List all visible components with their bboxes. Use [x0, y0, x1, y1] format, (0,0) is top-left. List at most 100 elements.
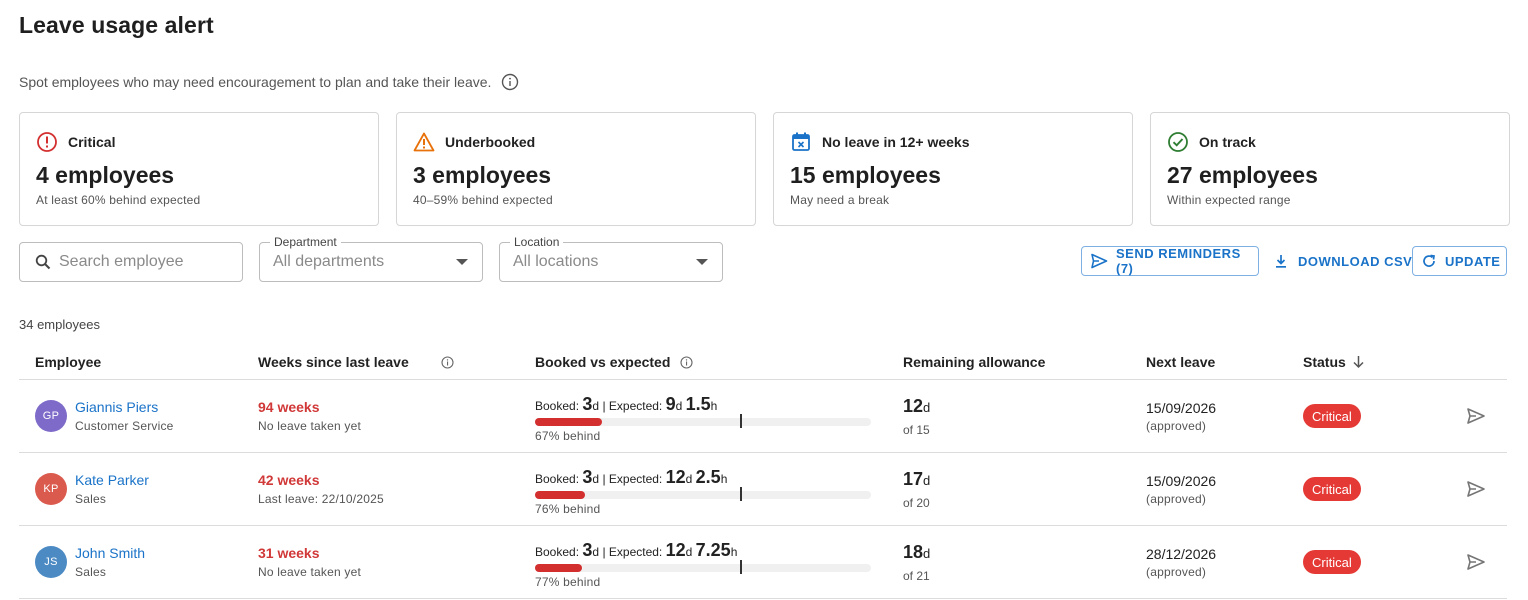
error-circle-icon: [36, 131, 58, 153]
employee-department: Sales: [75, 565, 107, 579]
header-remaining[interactable]: Remaining allowance: [903, 354, 1045, 370]
remaining-of: of 20: [903, 496, 930, 510]
info-icon[interactable]: [501, 73, 519, 91]
avatar[interactable]: GP: [35, 400, 67, 432]
employee-name-link[interactable]: Kate Parker: [75, 472, 149, 488]
booked-progress-bar: [535, 560, 871, 574]
expected-marker: [739, 560, 742, 574]
download-csv-label: DOWNLOAD CSV: [1298, 253, 1413, 269]
check-circle-icon: [1167, 131, 1189, 153]
status-badge: Critical: [1303, 404, 1361, 428]
info-icon[interactable]: [441, 355, 454, 369]
avatar[interactable]: KP: [35, 473, 67, 505]
remaining-allowance: 18d: [903, 542, 931, 562]
employee-name-link[interactable]: Giannis Piers: [75, 399, 158, 415]
department-value: All departments: [273, 253, 385, 270]
info-icon[interactable]: [680, 355, 693, 369]
booked-vs-expected: Booked: 3d | Expected: 12d 7.25h: [535, 540, 738, 560]
booked-progress-bar: [535, 487, 871, 501]
remaining-allowance: 17d: [903, 469, 931, 489]
next-leave-date: 15/09/2026: [1146, 400, 1217, 416]
table-row: JS John Smith Sales 31 weeks No leave ta…: [19, 526, 1507, 599]
card-critical[interactable]: Critical 4 employees At least 60% behind…: [19, 112, 379, 226]
next-leave-date: 28/12/2026: [1146, 546, 1217, 562]
booked-progress-bar: [535, 414, 871, 428]
summary-cards: Critical 4 employees At least 60% behind…: [19, 112, 1510, 226]
location-select[interactable]: Location All locations: [499, 235, 723, 282]
booked-fill: [535, 564, 583, 572]
send-icon: [1467, 554, 1485, 570]
employee-name-link[interactable]: John Smith: [75, 545, 145, 561]
page-subtitle: Spot employees who may need encouragemen…: [19, 73, 519, 91]
table-row: GP Giannis Piers Customer Service 94 wee…: [19, 380, 1507, 453]
employee-department: Customer Service: [75, 419, 174, 433]
search-input[interactable]: Search employee: [19, 242, 243, 282]
card-value: 15 employees: [790, 162, 941, 188]
send-reminder-button[interactable]: [1465, 478, 1487, 500]
card-value: 4 employees: [36, 162, 175, 188]
next-leave-status: (approved): [1146, 492, 1207, 506]
send-reminders-button[interactable]: SEND REMINDERS (7): [1081, 246, 1259, 276]
weeks-note: No leave taken yet: [258, 565, 361, 579]
send-reminder-button[interactable]: [1465, 405, 1487, 427]
card-value: 3 employees: [413, 162, 552, 188]
send-icon: [1467, 481, 1485, 497]
table-header: Employee Weeks since last leave Booked v…: [19, 342, 1507, 380]
update-button[interactable]: UPDATE: [1412, 246, 1507, 276]
remaining-of: of 21: [903, 569, 930, 583]
employee-count: 34 employees: [19, 317, 100, 332]
header-booked[interactable]: Booked vs expected: [535, 354, 693, 370]
table-row: KP Kate Parker Sales 42 weeks Last leave…: [19, 453, 1507, 526]
weeks-since-leave: 94 weeks: [258, 399, 320, 415]
header-employee[interactable]: Employee: [35, 354, 101, 370]
remaining-allowance: 12d: [903, 396, 931, 416]
subtitle-text: Spot employees who may need encouragemen…: [19, 74, 492, 90]
department-select[interactable]: Department All departments: [259, 235, 483, 282]
arrow-down-icon: [1352, 355, 1365, 369]
expected-marker: [739, 414, 742, 428]
chevron-down-icon: [696, 259, 708, 265]
header-status[interactable]: Status: [1303, 354, 1365, 370]
weeks-note: Last leave: 22/10/2025: [258, 492, 384, 506]
avatar[interactable]: JS: [35, 546, 67, 578]
card-underbooked[interactable]: Underbooked 3 employees 40–59% behind ex…: [396, 112, 756, 226]
booked-fill: [535, 491, 586, 499]
card-note: 40–59% behind expected: [413, 193, 553, 207]
search-placeholder: Search employee: [59, 253, 184, 270]
behind-percent: 77% behind: [535, 575, 601, 589]
weeks-note: No leave taken yet: [258, 419, 361, 433]
next-leave-status: (approved): [1146, 565, 1207, 579]
card-label: Underbooked: [445, 134, 536, 150]
status-badge: Critical: [1303, 550, 1361, 574]
card-value: 27 employees: [1167, 162, 1318, 188]
header-next-leave[interactable]: Next leave: [1146, 354, 1215, 370]
update-label: UPDATE: [1445, 253, 1501, 269]
next-leave-status: (approved): [1146, 419, 1207, 433]
send-icon: [1467, 408, 1485, 424]
card-note: At least 60% behind expected: [36, 193, 201, 207]
send-reminder-button[interactable]: [1465, 551, 1487, 573]
behind-percent: 67% behind: [535, 429, 601, 443]
next-leave-date: 15/09/2026: [1146, 473, 1217, 489]
booked-fill: [535, 418, 603, 426]
header-weeks[interactable]: Weeks since last leave: [258, 354, 454, 370]
card-on-track[interactable]: On track 27 employees Within expected ra…: [1150, 112, 1510, 226]
chevron-down-icon: [456, 259, 468, 265]
download-csv-button[interactable]: DOWNLOAD CSV: [1272, 246, 1412, 276]
weeks-since-leave: 42 weeks: [258, 472, 320, 488]
card-label: On track: [1199, 134, 1256, 150]
behind-percent: 76% behind: [535, 502, 601, 516]
card-no-leave[interactable]: No leave in 12+ weeks 15 employees May n…: [773, 112, 1133, 226]
weeks-since-leave: 31 weeks: [258, 545, 320, 561]
card-label: No leave in 12+ weeks: [822, 134, 970, 150]
download-icon: [1272, 252, 1290, 270]
page-title: Leave usage alert: [19, 12, 214, 38]
warning-triangle-icon: [413, 131, 435, 153]
department-label: Department: [270, 235, 341, 249]
status-badge: Critical: [1303, 477, 1361, 501]
send-reminders-label: SEND REMINDERS (7): [1116, 246, 1241, 276]
search-icon: [35, 254, 51, 270]
card-note: May need a break: [790, 193, 890, 207]
refresh-icon: [1421, 252, 1437, 270]
card-note: Within expected range: [1167, 193, 1291, 207]
